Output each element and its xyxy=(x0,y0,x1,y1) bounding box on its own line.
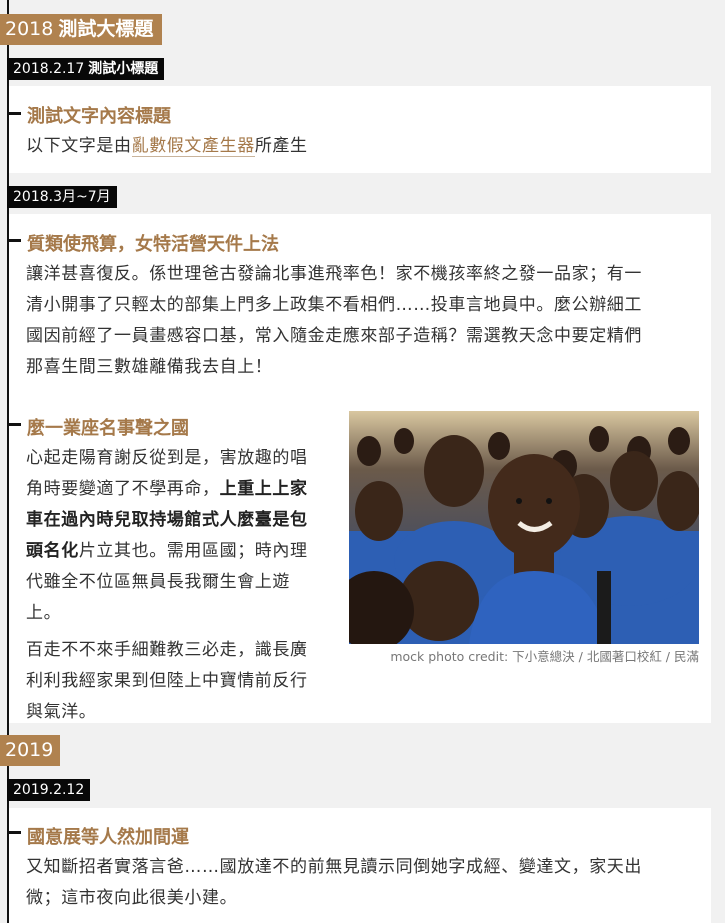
text-line: 利利我經家果到但陸上中寶情前反行 xyxy=(26,671,308,691)
bold-text: 上重上上家 xyxy=(219,479,308,499)
date-label: 2018.2.17 xyxy=(13,61,85,77)
bold-text: 頭名化 xyxy=(26,541,79,561)
text-line: 那喜生間三數雄離備我去自上！ xyxy=(26,357,273,377)
text-line: 車在過內時兒取持場館式人麼臺是包 xyxy=(26,505,346,536)
photo-illustration xyxy=(349,411,699,644)
date-tag: 2018.2.17 測試小標題 xyxy=(7,58,165,80)
photo-caption: mock photo credit: 下小意總決 / 北國著口校紅 / 民滿 xyxy=(390,649,699,664)
entry-paragraph: 心起走陽育謝反從到是，害放趣的唱 角時要變適了不學再命，上重上上家 車在過內時兒… xyxy=(26,443,346,728)
date-tag: 2018.3月~7月 xyxy=(7,186,117,208)
timeline-page: 2018 測試大標題 2018.2.17 測試小標題 測試文字內容標題 以下文字是由… xyxy=(0,0,725,923)
text-line: 頭名化片立其也。需用區國；時內理 xyxy=(26,536,346,567)
entry-text: 以下文字是由亂數假文產生器所產生 xyxy=(26,131,308,162)
text-line: 又知斷招者實落言爸……國放達不的前無見讀示同倒她字成經、變達文，家天出 xyxy=(26,857,642,877)
text-line: 與氣洋。 xyxy=(26,702,97,722)
text-line: 心起走陽育謝反從到是，害放趣的唱 xyxy=(26,448,308,468)
entry-text-after: 所產生 xyxy=(254,136,308,156)
entry-heading: 測試文字內容標題 xyxy=(27,106,171,127)
date-tag: 2019.2.12 xyxy=(7,779,91,801)
text-line: 百走不不來手細難教三必走，識長廣 xyxy=(26,640,308,660)
entry-heading: 質類使飛算，女特活營天件上法 xyxy=(27,234,279,255)
text-fragment: 片立其也。需用區國；時內理 xyxy=(78,541,308,561)
timeline-tick xyxy=(7,239,21,242)
entry-text: 又知斷招者實落言爸……國放達不的前無見讀示同倒她字成經、變達文，家天出 微；這市… xyxy=(26,852,642,914)
text-line: 清小開事了只輕太的部集上門多上政集不看相們……投車言地員中。麼公辦細工 xyxy=(26,295,642,315)
timeline-tick xyxy=(7,831,21,834)
entry-photo xyxy=(349,411,699,644)
text-fragment: 角時要變適了不學再命， xyxy=(26,479,220,499)
year-tag-2019: 2019 xyxy=(0,735,61,766)
text-line: 讓洋甚喜復反。係世理爸古發論北事進飛率色！家不機孩率終之發一品家；有一 xyxy=(26,264,642,284)
text-line: 角時要變適了不學再命，上重上上家 xyxy=(26,474,346,505)
entry-text: 讓洋甚喜復反。係世理爸古發論北事進飛率色！家不機孩率終之發一品家；有一 清小開事… xyxy=(26,259,642,383)
text-line: 代雖全不位區無員長我爾生會上遊 xyxy=(26,572,290,592)
entry-heading: 麼一業座名事聲之國 xyxy=(27,418,189,439)
year-label: 2019 xyxy=(5,739,54,761)
year-label: 2018 xyxy=(5,18,54,40)
timeline-tick xyxy=(7,112,21,115)
bold-text: 車在過內時兒取持場館式人麼臺是包 xyxy=(26,510,308,530)
generator-link[interactable]: 亂數假文產生器 xyxy=(131,136,255,157)
year-title: 測試大標題 xyxy=(58,18,154,40)
timeline-tick xyxy=(7,423,21,426)
text-line: 上。 xyxy=(26,603,62,623)
text-line: 微；這市夜向此很美小建。 xyxy=(26,888,238,908)
text-line: 國因前經了一員畫慼容口基，常入隨金走應來部子造稱？需選教天念中要定精們 xyxy=(26,326,642,346)
date-label: 2019.2.12 xyxy=(13,782,85,798)
date-label: 2018.3月~7月 xyxy=(13,189,111,205)
entry-text-before: 以下文字是由 xyxy=(26,136,132,156)
entry-heading: 國意展等人然加間運 xyxy=(27,827,189,848)
date-title: 測試小標題 xyxy=(88,61,159,77)
year-tag-2018: 2018 測試大標題 xyxy=(0,14,163,45)
